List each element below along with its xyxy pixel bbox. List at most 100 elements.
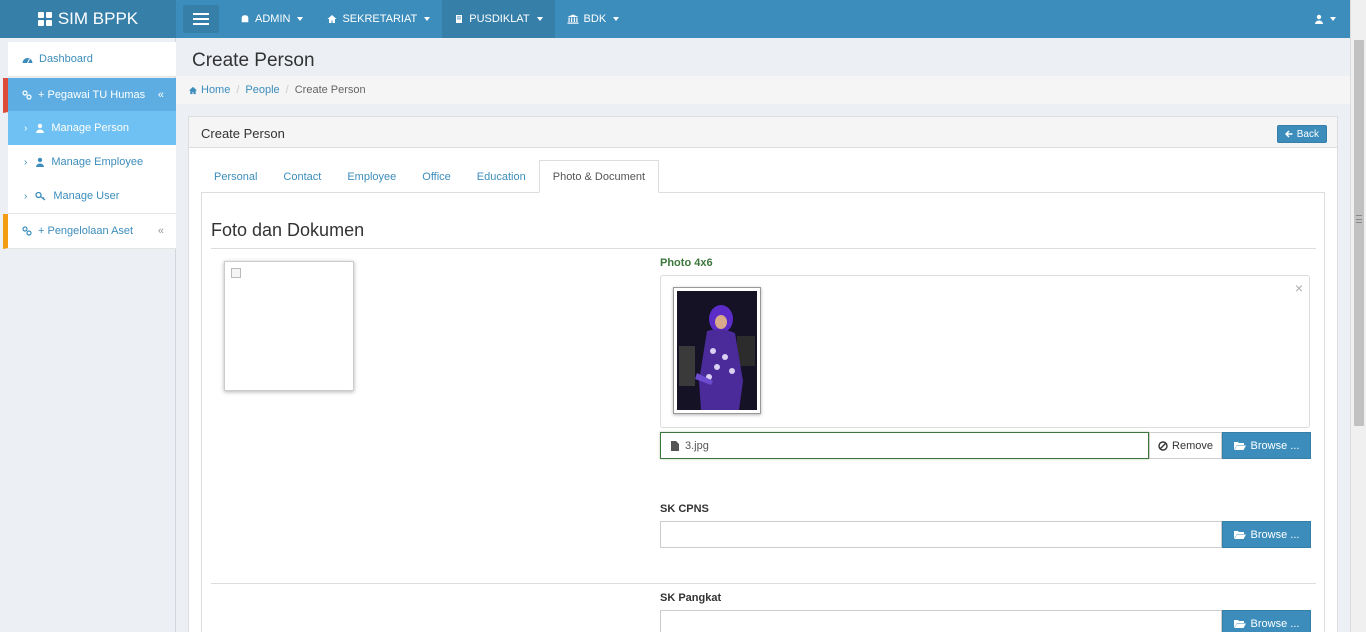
sidebar-label-manage-user: Manage User [53, 190, 120, 202]
top-nav-menu: ADMIN SEKRETARIAT PUSDIKLAT BDK [228, 0, 631, 38]
collapse-angle-icon: « [157, 89, 164, 101]
page-title: Create Person [192, 50, 315, 71]
nav-item-pusdiklat[interactable]: PUSDIKLAT [442, 0, 555, 38]
nav-label-admin: ADMIN [255, 13, 291, 25]
folder-open-icon [1233, 531, 1246, 539]
photo-file-name: 3.jpg [685, 439, 709, 452]
divider [211, 583, 1316, 584]
folder-open-icon [1233, 442, 1246, 450]
sidebar-item-manage-user[interactable]: › Manage User [8, 179, 176, 214]
box-header: Create Person Back [189, 117, 1337, 148]
remove-button[interactable]: Remove [1149, 432, 1222, 459]
caret-down-icon [424, 17, 431, 21]
caret-down-icon [297, 17, 304, 21]
back-button[interactable]: Back [1276, 125, 1327, 143]
sidebar-item-manage-employee[interactable]: › Manage Employee [8, 145, 176, 180]
main-content: Create Person Home / People / Create Per… [176, 38, 1350, 632]
brand-title: SIM BPPK [57, 9, 139, 28]
sidebar-label-manage-person: Manage Person [51, 122, 130, 134]
caret-down-icon [613, 17, 620, 21]
photo-file-input: 3.jpg Remove Browse ... [660, 432, 1311, 459]
breadcrumb-home-link[interactable]: Home [201, 84, 230, 96]
browse-button-label: Browse ... [1250, 617, 1300, 630]
sidebar-label-pegawai-tu-humas: + Pegawai TU Humas [38, 89, 146, 101]
uploaded-photo [673, 287, 761, 414]
sk-cpns-file-name-field[interactable] [660, 521, 1222, 548]
tab-education[interactable]: Education [464, 160, 539, 193]
breadcrumb-separator: / [236, 84, 240, 96]
tab-employee[interactable]: Employee [334, 160, 409, 193]
create-person-box: Create Person Back Personal Contact Empl… [188, 116, 1338, 632]
user-menu[interactable] [1314, 0, 1336, 38]
browse-button-sk-cpns[interactable]: Browse ... [1222, 521, 1311, 548]
tab-office[interactable]: Office [409, 160, 464, 193]
breadcrumb-people-link[interactable]: People [245, 84, 279, 96]
sk-cpns-file-input: Browse ... [660, 521, 1311, 548]
nav-label-bdk: BDK [583, 13, 607, 25]
scrollbar-thumb[interactable] [1354, 40, 1364, 426]
sidebar-label-manage-employee: Manage Employee [51, 156, 144, 168]
file-icon [671, 440, 679, 451]
link-icon [22, 90, 32, 100]
sk-pangkat-file-input: Browse ... [660, 610, 1311, 632]
broken-image-icon [231, 268, 241, 278]
sidebar-label-pengelolaan-aset: + Pengelolaan Aset [38, 225, 134, 237]
scrollbar-grip-icon [1356, 215, 1362, 223]
sidebar-label-dashboard: Dashboard [39, 53, 93, 65]
sidebar-item-manage-person[interactable]: › Manage Person [8, 111, 176, 146]
photo-file-name-field[interactable]: 3.jpg [660, 432, 1149, 459]
arrow-left-icon [1284, 130, 1293, 138]
browse-button-photo[interactable]: Browse ... [1222, 432, 1311, 459]
browse-button-label: Browse ... [1250, 528, 1300, 541]
caret-down-icon [1330, 17, 1336, 21]
home-icon [188, 86, 198, 94]
dashboard-grid-icon [37, 12, 52, 26]
file-preview-box: × [660, 275, 1310, 428]
sk-cpns-label: SK CPNS [660, 503, 709, 515]
user-icon [36, 123, 45, 133]
sidebar-group-pegawai-tu-humas[interactable]: + Pegawai TU Humas « [3, 78, 176, 113]
dashboard-gauge-icon [22, 57, 33, 63]
nav-item-admin[interactable]: ADMIN [228, 0, 315, 38]
tab-personal[interactable]: Personal [201, 160, 270, 193]
photo-preview-thumbnail [224, 261, 354, 391]
remove-button-label: Remove [1172, 439, 1213, 452]
divider [211, 248, 1316, 249]
sk-pangkat-label: SK Pangkat [660, 592, 722, 604]
back-button-label: Back [1296, 128, 1319, 140]
sidebar: Dashboard + Pegawai TU Humas « › Manage … [0, 38, 176, 632]
tab-photo-document[interactable]: Photo & Document [538, 160, 660, 193]
breadcrumb-separator: / [285, 84, 289, 96]
top-navbar: SIM BPPK ADMIN SEKRETARIAT PUSDIKLAT BDK [0, 0, 1350, 38]
ban-icon [1158, 440, 1168, 451]
browse-button-sk-pangkat[interactable]: Browse ... [1222, 610, 1311, 632]
bank-icon [567, 14, 579, 24]
breadcrumb: Home / People / Create Person [176, 76, 1350, 104]
nav-item-sekretariat[interactable]: SEKRETARIAT [315, 0, 442, 38]
page-scrollbar[interactable] [1350, 0, 1366, 632]
form-tabs: Personal Contact Employee Office Educati… [201, 160, 1325, 193]
section-title: Foto dan Dokumen [211, 220, 365, 240]
close-icon[interactable]: × [1295, 280, 1303, 296]
box-title: Create Person [201, 126, 285, 141]
photo-label: Photo 4x6 [660, 257, 713, 269]
sidebar-item-dashboard[interactable]: Dashboard [8, 42, 176, 77]
sk-pangkat-file-name-field[interactable] [660, 610, 1222, 632]
browse-button-label: Browse ... [1250, 439, 1300, 452]
chevron-right-icon: › [24, 122, 28, 134]
sidebar-group-pengelolaan-aset[interactable]: + Pengelolaan Aset « [3, 214, 176, 249]
nav-item-bdk[interactable]: BDK [555, 0, 632, 38]
nav-label-pusdiklat: PUSDIKLAT [469, 13, 530, 25]
user-tie-icon [36, 157, 45, 167]
brand-logo[interactable]: SIM BPPK [0, 0, 176, 38]
chevron-right-icon: › [24, 156, 28, 168]
caret-down-icon [536, 17, 543, 21]
home-icon [327, 15, 337, 23]
android-icon [241, 15, 249, 23]
key-icon [35, 191, 46, 201]
book-icon [456, 15, 463, 23]
tab-contact[interactable]: Contact [270, 160, 334, 193]
person-photo-image [677, 291, 757, 410]
sidebar-toggle-button[interactable] [183, 5, 219, 33]
nav-label-sekretariat: SEKRETARIAT [342, 13, 418, 25]
